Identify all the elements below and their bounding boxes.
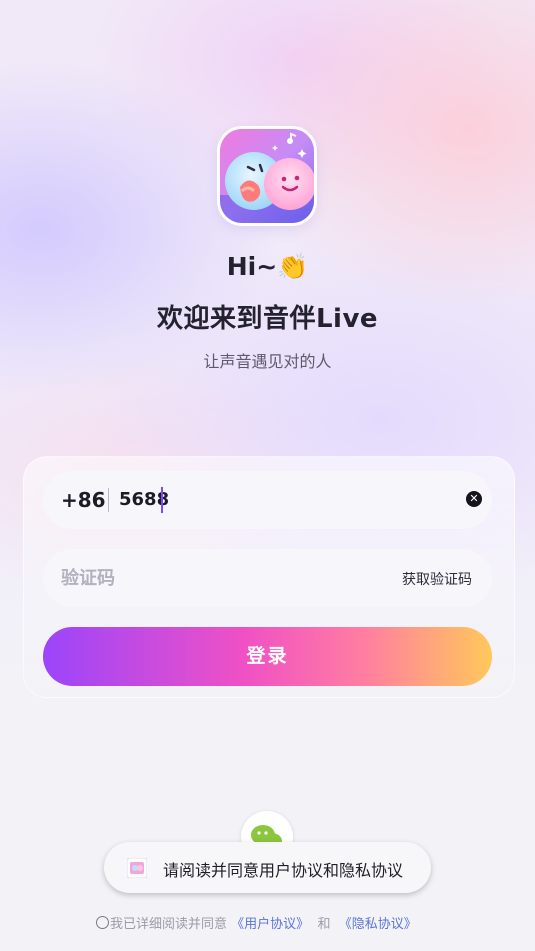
agree-radio[interactable] [96, 916, 109, 929]
privacy-agreement-link[interactable]: 《隐私协议》 [339, 917, 417, 932]
toast-message: 请阅读并同意用户协议和隐私协议 [104, 842, 431, 893]
verification-code-field[interactable]: 获取验证码 [43, 549, 492, 607]
phone-field[interactable]: +86 5688 ✕ [43, 471, 492, 529]
clear-icon[interactable]: ✕ [466, 491, 482, 507]
get-code-button[interactable]: 获取验证码 [402, 569, 472, 589]
app-logo-icon [220, 129, 314, 223]
agreement-and: 和 [317, 917, 331, 932]
app-mini-icon [127, 858, 147, 878]
user-agreement-link[interactable]: 《用户协议》 [231, 917, 309, 932]
divider [108, 488, 109, 512]
login-button[interactable]: 登录 [43, 627, 492, 686]
toast-text: 请阅读并同意用户协议和隐私协议 [163, 861, 404, 880]
tagline: 让声音遇见对的人 [203, 352, 332, 371]
greeting: Hi~👏 [0, 252, 535, 282]
greeting-text: Hi~ [226, 252, 278, 281]
clapping-hands-icon: 👏 [277, 252, 309, 281]
welcome-title: 欢迎来到音伴Live [156, 304, 379, 334]
text-caret [161, 487, 163, 513]
agreement-text: 我已详细阅读并同意 [110, 917, 228, 932]
country-code-selector[interactable]: +86 [61, 488, 106, 512]
verification-code-input[interactable] [61, 566, 361, 590]
agreement-row: 我已详细阅读并同意 《用户协议》 和 《隐私协议》 [96, 913, 417, 932]
